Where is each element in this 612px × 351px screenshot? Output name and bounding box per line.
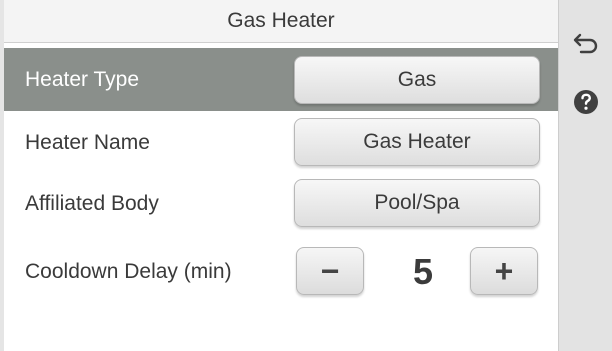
affiliated-body-label: Affiliated Body [25, 191, 159, 215]
heater-type-row: Heater Type Gas [4, 48, 558, 111]
heater-name-button[interactable]: Gas Heater [294, 118, 540, 166]
minus-icon: − [320, 252, 340, 289]
cooldown-delay-label: Cooldown Delay (min) [25, 259, 232, 283]
cooldown-delay-value: 5 [412, 250, 434, 292]
settings-panel: Gas Heater Heater Type Gas Heater Name G… [0, 0, 558, 351]
page-title: Gas Heater [4, 0, 558, 43]
plus-icon: + [494, 252, 514, 289]
back-button[interactable] [559, 20, 612, 66]
right-rail [558, 0, 612, 351]
affiliated-body-button[interactable]: Pool/Spa [294, 179, 540, 227]
heater-type-label: Heater Type [25, 67, 140, 91]
heater-name-row: Heater Name Gas Heater [4, 111, 558, 174]
affiliated-body-row: Affiliated Body Pool/Spa [4, 172, 558, 235]
heater-type-button[interactable]: Gas [294, 56, 540, 104]
gas-heater-screen: Gas Heater Heater Type Gas Heater Name G… [0, 0, 612, 351]
back-arrow-icon [573, 33, 598, 54]
heater-name-label: Heater Name [25, 130, 150, 154]
decrease-cooldown-button[interactable]: − [296, 247, 364, 295]
increase-cooldown-button[interactable]: + [470, 247, 538, 295]
cooldown-delay-row: Cooldown Delay (min) − 5 + [4, 240, 558, 303]
help-icon [574, 90, 598, 114]
help-button[interactable] [559, 79, 612, 125]
